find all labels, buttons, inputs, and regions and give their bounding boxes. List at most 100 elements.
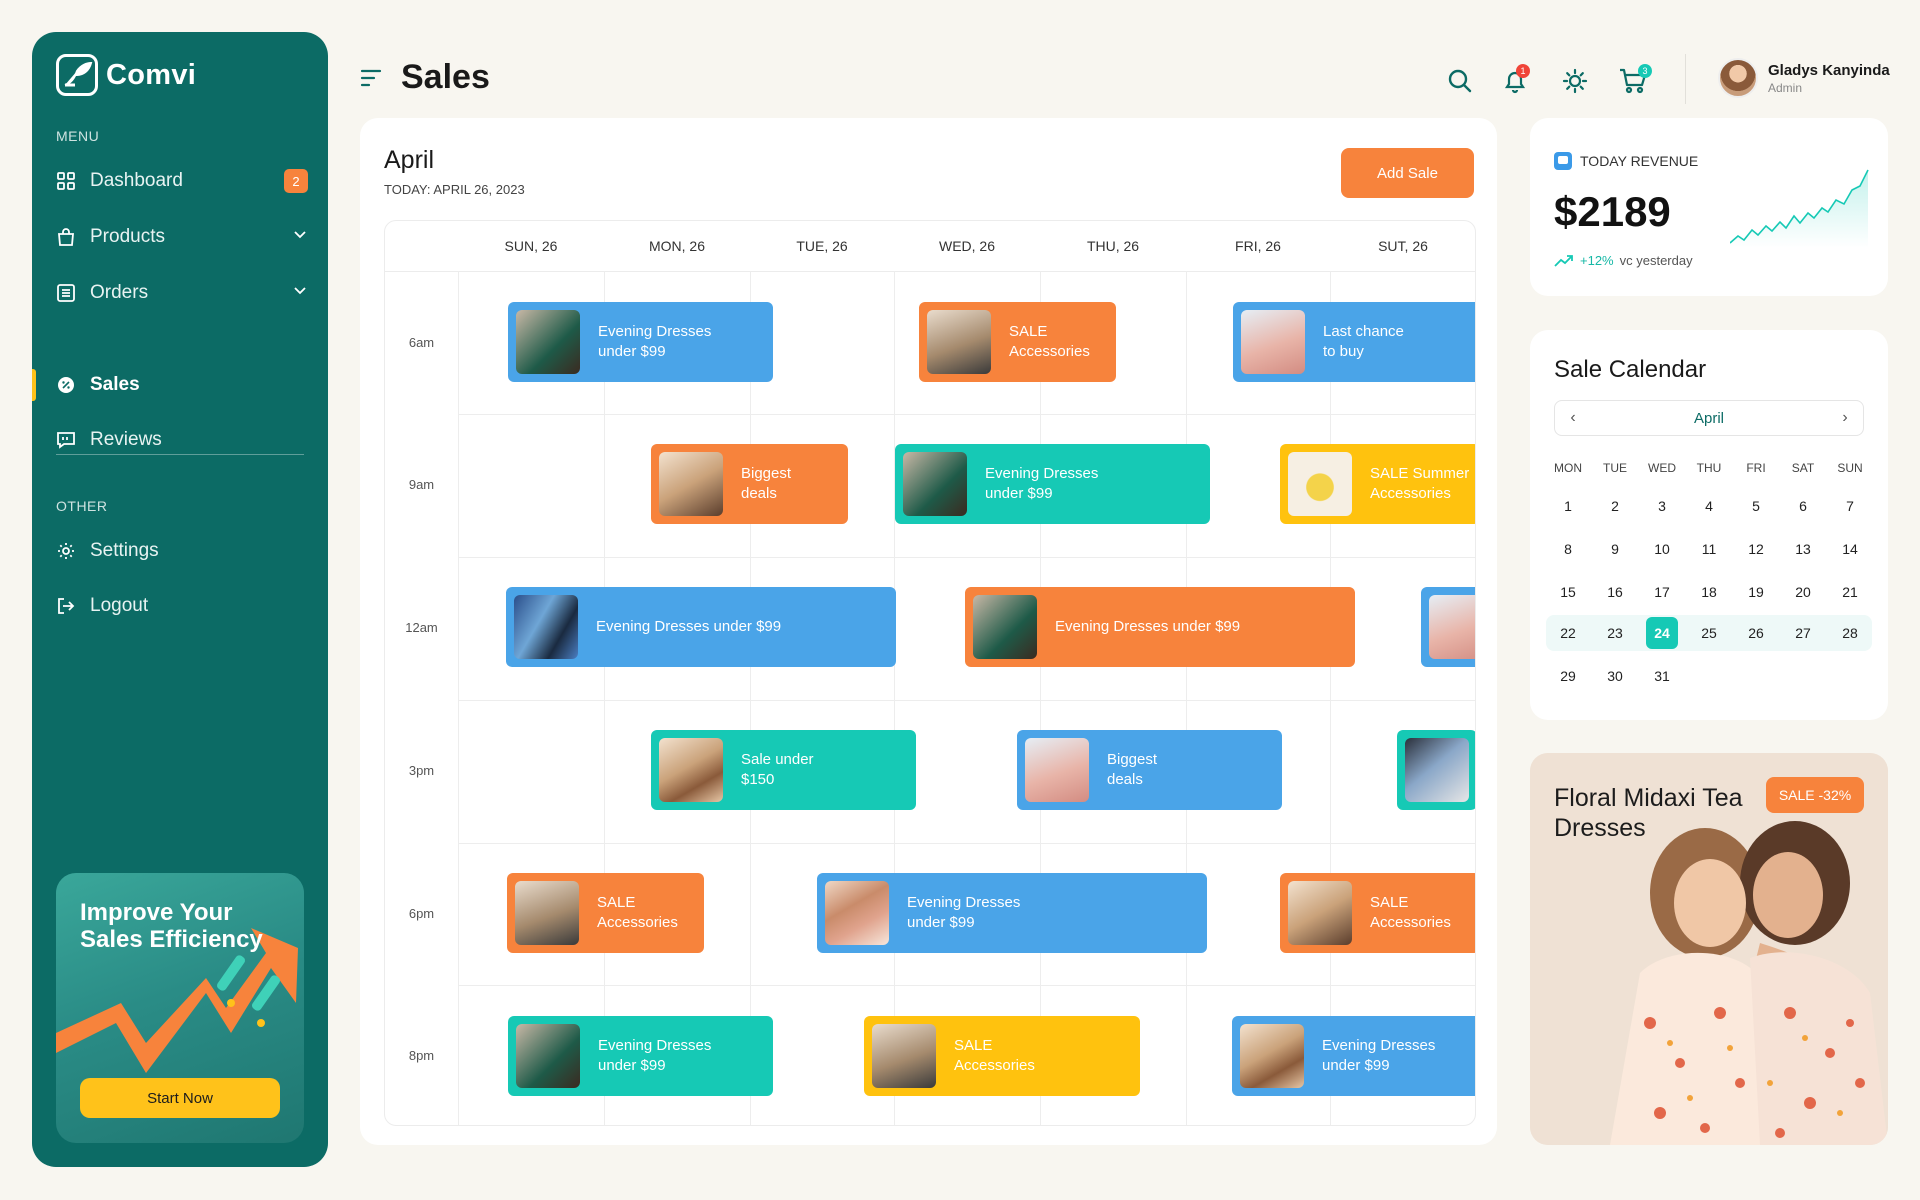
sale-event[interactable]: SALE Accessories [919,302,1116,382]
calendar-day[interactable]: 20 [1787,576,1819,608]
calendar-day[interactable]: 31 [1646,660,1678,692]
calendar-day[interactable]: 21 [1834,576,1866,608]
event-thumbnail [515,881,579,945]
grid-line [1186,271,1187,1125]
time-label: 6pm [408,906,435,921]
start-now-button[interactable]: Start Now [80,1078,280,1118]
promo-banner: Improve Your Sales Efficiency Start Now [56,873,304,1143]
calendar-day[interactable]: 22 [1552,617,1584,649]
sidebar-item-logout[interactable]: Logout [56,586,308,626]
weekday-label: TUE [1603,461,1627,475]
weekday-label: THU [1696,461,1722,475]
day-header: SUT, 26 [1378,238,1428,254]
sales-schedule-card: April TODAY: APRIL 26, 2023 Add Sale SUN… [360,118,1497,1145]
calendar-day[interactable]: 27 [1787,617,1819,649]
sale-event[interactable]: SALE Accessories [864,1016,1140,1096]
sidebar-item-orders[interactable]: Orders [56,273,308,313]
calendar-day[interactable]: 14 [1834,533,1866,565]
list-icon [56,283,76,303]
calendar-day[interactable]: 30 [1599,660,1631,692]
sidebar-item-dashboard[interactable]: Dashboard 2 [56,161,308,201]
calendar-day[interactable]: 17 [1646,576,1678,608]
sale-event[interactable]: Evening Dresses under $99 [508,1016,773,1096]
calendar-day[interactable]: 18 [1693,576,1725,608]
search-icon[interactable] [1443,64,1477,98]
sun-theme-icon[interactable] [1558,64,1592,98]
active-indicator [32,369,36,401]
dashboard-count-badge: 2 [284,169,308,193]
calendar-day[interactable]: 23 [1599,617,1631,649]
header-divider [385,271,1475,272]
calendar-day[interactable]: 5 [1740,490,1772,522]
sidebar-item-label: Settings [90,540,159,561]
cart-icon[interactable]: 3 [1616,64,1652,98]
grid-line [458,700,1475,701]
calendar-day[interactable]: 7 [1834,490,1866,522]
revenue-change-note: vc yesterday [1619,253,1693,268]
calendar-day[interactable]: 12 [1740,533,1772,565]
calendar-day[interactable]: 16 [1599,576,1631,608]
sale-event[interactable]: Evening Dresses under $99 [506,587,896,667]
sale-event[interactable] [1421,587,1475,667]
chevron-down-icon[interactable] [292,226,308,248]
menu-toggle-icon[interactable] [360,68,382,93]
calendar-day[interactable]: 13 [1787,533,1819,565]
sale-event[interactable]: Sale under $150 [651,730,916,810]
sale-calendar-card: Sale Calendar ‹ April › MON TUE WED THU … [1530,330,1888,720]
notification-bell-icon[interactable]: 1 [1498,64,1532,98]
sidebar-item-sales[interactable]: Sales [56,365,308,405]
event-title: Evening Dresses under $99 [598,323,712,360]
product-promo-card[interactable]: Floral Midaxi Tea Dresses SALE -32% [1530,753,1888,1145]
grid-line [458,271,459,1125]
event-thumbnail [1240,1024,1304,1088]
event-title: Last chance to buy [1323,323,1404,360]
chevron-down-icon[interactable] [292,282,308,304]
event-thumbnail [514,595,578,659]
calendar-day[interactable]: 10 [1646,533,1678,565]
calendar-day[interactable]: 25 [1693,617,1725,649]
calendar-day[interactable]: 15 [1552,576,1584,608]
grid-line [458,557,1475,558]
chevron-right-icon[interactable]: › [1837,409,1853,427]
event-title: Sale under $150 [741,751,814,788]
calendar-day[interactable]: 19 [1740,576,1772,608]
add-sale-button[interactable]: Add Sale [1341,148,1474,198]
sale-event[interactable]: Evening Dresses under $99 [965,587,1355,667]
event-thumbnail [659,738,723,802]
sale-event[interactable]: Evening Dresses under $99 [1232,1016,1475,1096]
calendar-day[interactable]: 4 [1693,490,1725,522]
brand-logo[interactable]: Comvi [56,54,196,96]
sidebar-item-label: Sales [90,374,140,395]
calendar-day[interactable]: 2 [1599,490,1631,522]
event-thumbnail [927,310,991,374]
sidebar-item-label: Products [90,226,165,247]
sale-event[interactable]: Biggest deals [651,444,848,524]
sale-event[interactable]: Evening Dresses under $99 [895,444,1210,524]
calendar-day[interactable]: 28 [1834,617,1866,649]
calendar-day[interactable]: 6 [1787,490,1819,522]
sale-event[interactable]: SALE Accessories [1280,873,1475,953]
calendar-day[interactable]: 29 [1552,660,1584,692]
sale-event[interactable]: SALE Accessories [507,873,704,953]
sale-event[interactable]: Biggest deals [1017,730,1282,810]
calendar-day[interactable]: 1 [1552,490,1584,522]
calendar-day[interactable]: 8 [1552,533,1584,565]
calendar-day[interactable]: 26 [1740,617,1772,649]
sale-event[interactable] [1397,730,1475,810]
day-header: MON, 26 [648,238,705,254]
sidebar-item-label: Logout [90,595,149,616]
revenue-label: TODAY REVENUE [1580,153,1699,169]
revenue-trend: +12% vc yesterday [1554,253,1693,268]
sale-event[interactable]: Last chance to buy [1233,302,1475,382]
sidebar-item-products[interactable]: Products [56,217,308,257]
sale-event[interactable]: Evening Dresses under $99 [508,302,773,382]
calendar-day[interactable]: 3 [1646,490,1678,522]
calendar-day-selected[interactable]: 24 [1646,617,1678,649]
sale-event[interactable]: Evening Dresses under $99 [817,873,1207,953]
calendar-day[interactable]: 9 [1599,533,1631,565]
sidebar-item-settings[interactable]: Settings [56,531,308,571]
user-profile[interactable]: Gladys Kanyinda Admin [1718,58,1890,98]
chevron-left-icon[interactable]: ‹ [1565,409,1581,427]
calendar-day[interactable]: 11 [1693,533,1725,565]
sale-event[interactable]: SALE Summer Accessories [1280,444,1475,524]
